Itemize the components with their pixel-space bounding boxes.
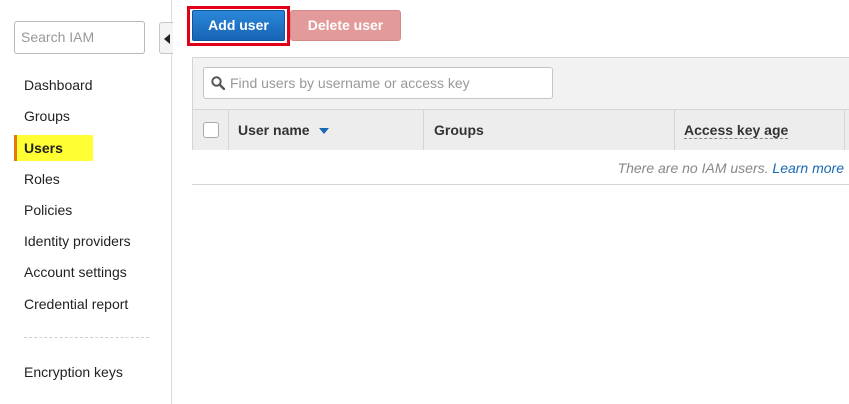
filter-box[interactable] <box>203 67 553 99</box>
caret-left-icon <box>164 34 170 44</box>
filter-users-input[interactable] <box>230 68 548 98</box>
sort-descending-icon <box>318 128 329 135</box>
column-header-label: Access key age <box>684 122 789 139</box>
sidebar-item-account-settings[interactable]: Account settings <box>14 259 127 285</box>
column-header-label: User name <box>238 122 310 138</box>
search-icon <box>211 76 225 90</box>
select-all-cell <box>193 110 229 150</box>
add-user-button[interactable]: Add user <box>192 10 285 41</box>
search-iam-input[interactable]: Search IAM <box>14 21 145 54</box>
sidebar-item-encryption-keys[interactable]: Encryption keys <box>14 359 123 385</box>
sidebar-item-users[interactable]: Users <box>14 135 93 161</box>
collapse-sidebar-button[interactable] <box>159 22 173 54</box>
column-header-label: Groups <box>434 122 484 138</box>
sidebar-item-dashboard[interactable]: Dashboard <box>14 72 93 98</box>
empty-text: There are no IAM users. <box>617 160 769 176</box>
column-header-groups[interactable]: Groups <box>424 110 675 150</box>
select-all-checkbox[interactable] <box>203 122 219 138</box>
empty-table-message: There are no IAM users. Learn more <box>192 151 849 185</box>
sidebar-item-credential-report[interactable]: Credential report <box>14 291 128 317</box>
learn-more-link[interactable]: Learn more <box>772 160 844 176</box>
sidebar-item-groups[interactable]: Groups <box>14 103 70 129</box>
table-header: User name Groups Access key age <box>193 109 849 150</box>
column-header-user-name[interactable]: User name <box>229 110 424 150</box>
users-table-panel: User name Groups Access key age <box>192 57 849 150</box>
sidebar-item-identity-providers[interactable]: Identity providers <box>14 228 131 254</box>
delete-user-button: Delete user <box>290 10 401 41</box>
column-header-access-key-age[interactable]: Access key age <box>675 110 845 150</box>
sidebar: Search IAM Dashboard Groups Users Roles … <box>0 0 172 404</box>
sidebar-item-policies[interactable]: Policies <box>14 197 72 223</box>
sidebar-divider <box>24 337 149 338</box>
sidebar-item-roles[interactable]: Roles <box>14 166 60 192</box>
